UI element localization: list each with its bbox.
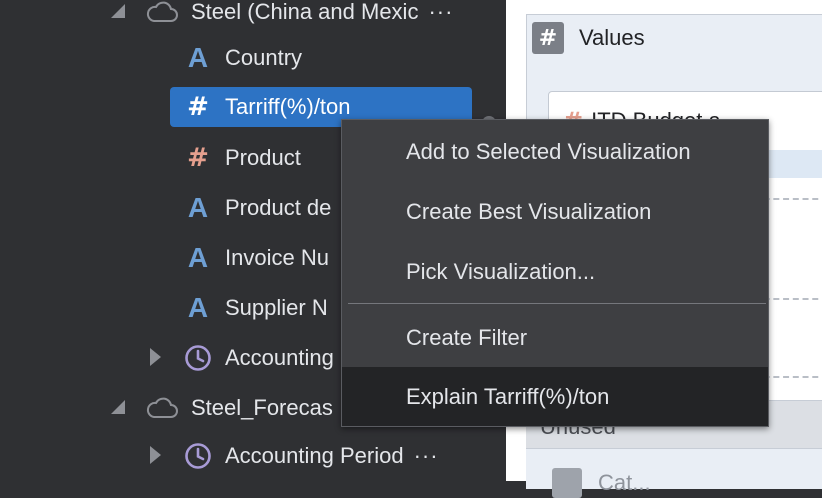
attribute-icon: A xyxy=(187,242,209,273)
menu-item-label: Add to Selected Visualization xyxy=(406,139,691,164)
collapse-caret-icon[interactable] xyxy=(111,4,125,18)
category-label: Cat... xyxy=(598,470,651,495)
tree-item-label: Invoice Nu xyxy=(225,245,329,270)
measure-icon: # xyxy=(187,92,209,122)
more-options-icon[interactable]: ··· xyxy=(428,0,453,25)
clock-time-icon xyxy=(185,345,211,371)
tree-item-accounting[interactable]: Accounting xyxy=(184,338,334,378)
menu-item-explain[interactable]: Explain Tarriff(%)/ton xyxy=(342,367,768,426)
attribute-icon: A xyxy=(187,192,209,223)
tree-item-label: Steel_Forecas xyxy=(191,395,333,420)
menu-item-create-best-visualization[interactable]: Create Best Visualization xyxy=(342,182,768,242)
menu-item-pick-visualization[interactable]: Pick Visualization... xyxy=(342,242,768,302)
tree-item-label: Steel (China and Mexic xyxy=(191,0,419,24)
menu-item-label: Create Filter xyxy=(406,325,528,350)
expand-caret-icon[interactable] xyxy=(150,348,161,366)
cloud-dataset-icon xyxy=(146,397,178,418)
tree-item-label: Product xyxy=(225,145,301,170)
tree-item-accounting-period[interactable]: Accounting Period ··· xyxy=(184,436,439,476)
collapse-caret-icon[interactable] xyxy=(111,400,125,414)
menu-item-add-to-selected-visualization[interactable]: Add to Selected Visualization xyxy=(342,122,768,182)
tree-item-supplier-name[interactable]: A Supplier N xyxy=(184,288,328,328)
tree-item-country[interactable]: A Country xyxy=(184,38,302,78)
tree-item-label: Country xyxy=(225,45,303,70)
context-menu: Add to Selected Visualization Create Bes… xyxy=(341,119,769,427)
values-section-header: # Values xyxy=(532,22,645,54)
more-options-icon[interactable]: ··· xyxy=(414,443,439,469)
attribute-icon: A xyxy=(187,42,209,73)
tree-item-product-description[interactable]: A Product de xyxy=(184,188,332,228)
expand-caret-icon[interactable] xyxy=(150,446,161,464)
cloud-dataset-icon xyxy=(146,1,178,22)
menu-separator xyxy=(348,303,766,304)
values-label: Values xyxy=(579,25,645,50)
menu-item-label: Create Best Visualization xyxy=(406,199,652,224)
menu-item-create-filter[interactable]: Create Filter xyxy=(342,308,768,368)
tree-item-product[interactable]: # Product xyxy=(184,138,301,178)
tree-item-label: Supplier N xyxy=(225,295,328,320)
tree-item-label: Tarriff(%)/ton xyxy=(225,94,351,119)
hash-icon: # xyxy=(532,22,564,54)
menu-item-label: Pick Visualization... xyxy=(406,259,596,284)
tree-item-label: Accounting Period xyxy=(225,443,404,468)
tree-item-label: Accounting xyxy=(225,345,334,370)
menu-item-label: Explain Tarriff(%)/ton xyxy=(406,383,610,409)
category-icon xyxy=(552,468,582,498)
measure-icon: # xyxy=(187,143,209,173)
tree-item-steel-china-mexico[interactable]: Steel (China and Mexic ··· xyxy=(146,0,453,32)
tree-item-invoice-number[interactable]: A Invoice Nu xyxy=(184,238,329,278)
tree-item-steel-forecast[interactable]: Steel_Forecas xyxy=(146,388,333,428)
clock-time-icon xyxy=(185,443,211,469)
attribute-icon: A xyxy=(187,292,209,323)
tree-item-label: Product de xyxy=(225,195,332,220)
